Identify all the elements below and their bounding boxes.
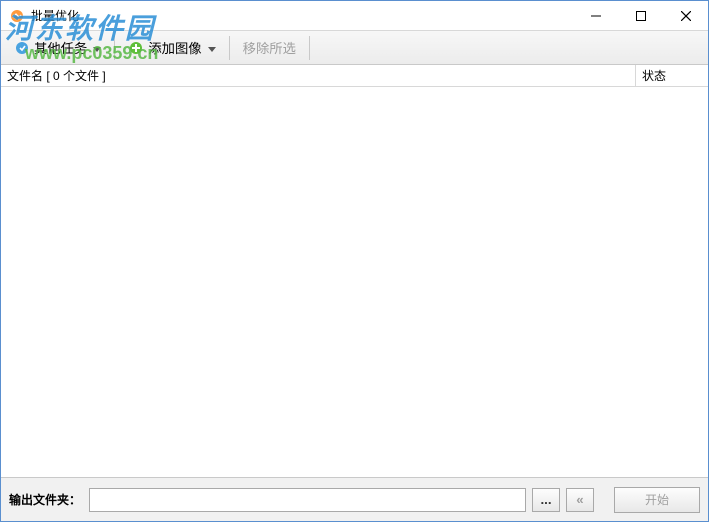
add-image-button[interactable]: 添加图像 (121, 34, 222, 62)
maximize-icon (636, 11, 646, 21)
app-icon (9, 8, 25, 24)
start-label: 开始 (645, 491, 669, 508)
remove-selected-label: 移除所选 (243, 38, 296, 57)
output-folder-input[interactable] (89, 488, 526, 512)
chevron-down-icon (93, 40, 101, 55)
minimize-icon (591, 11, 601, 21)
app-window: 批量优化 其他任务 添加图像 (0, 0, 709, 522)
close-button[interactable] (663, 1, 708, 30)
list-header: 文件名 [ 0 个文件 ] 状态 (1, 65, 708, 87)
window-title: 批量优化 (31, 7, 79, 24)
add-image-label: 添加图像 (148, 38, 201, 57)
close-icon (681, 11, 691, 21)
separator (309, 36, 310, 60)
file-list[interactable] (1, 87, 708, 477)
other-tasks-label: 其他任务 (34, 38, 87, 57)
chevron-down-icon (208, 40, 216, 55)
start-button[interactable]: 开始 (614, 487, 700, 513)
output-folder-label: 输出文件夹： (9, 491, 81, 508)
column-filename[interactable]: 文件名 [ 0 个文件 ] (1, 65, 636, 86)
browse-button[interactable]: ... (532, 488, 560, 512)
collapse-label: « (576, 492, 583, 507)
browse-label: ... (540, 492, 551, 507)
toolbar: 其他任务 添加图像 移除所选 (1, 31, 708, 65)
column-status-label: 状态 (642, 67, 666, 84)
bottom-bar: 输出文件夹： ... « 开始 (1, 477, 708, 521)
column-status[interactable]: 状态 (636, 65, 708, 86)
column-filename-label: 文件名 [ 0 个文件 ] (7, 67, 106, 84)
titlebar: 批量优化 (1, 1, 708, 31)
collapse-button[interactable]: « (566, 488, 594, 512)
add-icon (128, 40, 144, 56)
maximize-button[interactable] (618, 1, 663, 30)
tasks-icon (14, 40, 30, 56)
separator (229, 36, 230, 60)
separator (114, 36, 115, 60)
minimize-button[interactable] (573, 1, 618, 30)
other-tasks-button[interactable]: 其他任务 (7, 34, 108, 62)
remove-selected-button[interactable]: 移除所选 (236, 34, 303, 62)
